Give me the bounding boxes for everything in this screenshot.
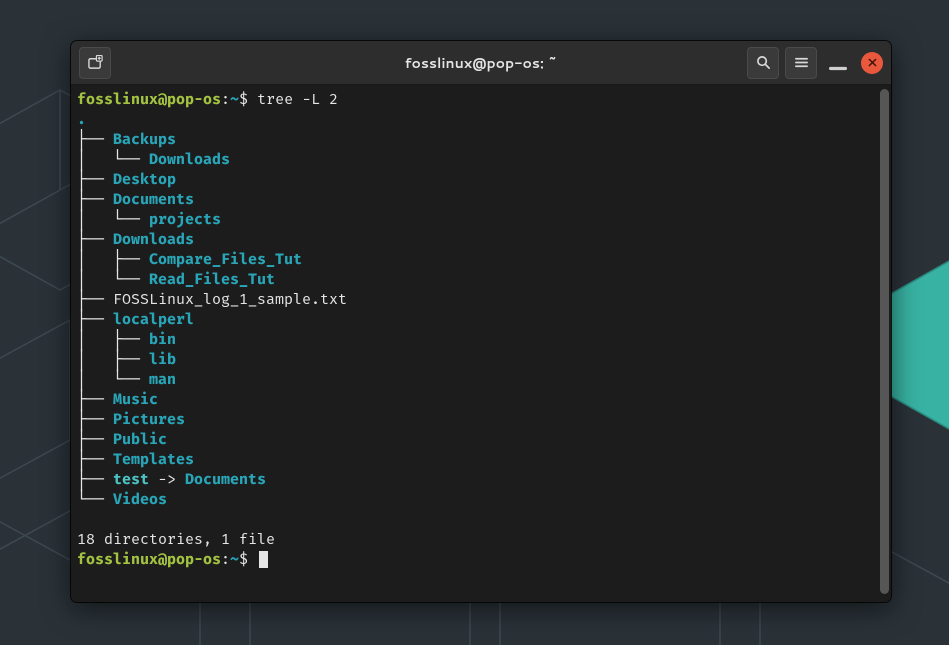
new-tab-icon <box>88 55 103 70</box>
minimize-icon <box>827 52 849 74</box>
search-button[interactable] <box>747 47 779 79</box>
terminal-output: fosslinux@pop-os:~$ tree -L 2 . ├── Back… <box>77 89 885 569</box>
minimize-button[interactable] <box>827 52 849 74</box>
close-button[interactable] <box>861 52 883 74</box>
search-icon <box>756 55 771 70</box>
hamburger-icon <box>794 55 809 70</box>
cursor <box>259 551 268 568</box>
window-titlebar[interactable]: fosslinux@pop-os: ~ <box>71 41 891 85</box>
terminal-window: fosslinux@pop-os: ~ fosslinux@pop-os:~$ … <box>71 41 891 602</box>
new-tab-button[interactable] <box>79 47 111 79</box>
terminal-viewport[interactable]: fosslinux@pop-os:~$ tree -L 2 . ├── Back… <box>71 85 891 602</box>
menu-button[interactable] <box>785 47 817 79</box>
scrollbar-thumb[interactable] <box>880 89 889 594</box>
close-icon <box>868 58 877 67</box>
